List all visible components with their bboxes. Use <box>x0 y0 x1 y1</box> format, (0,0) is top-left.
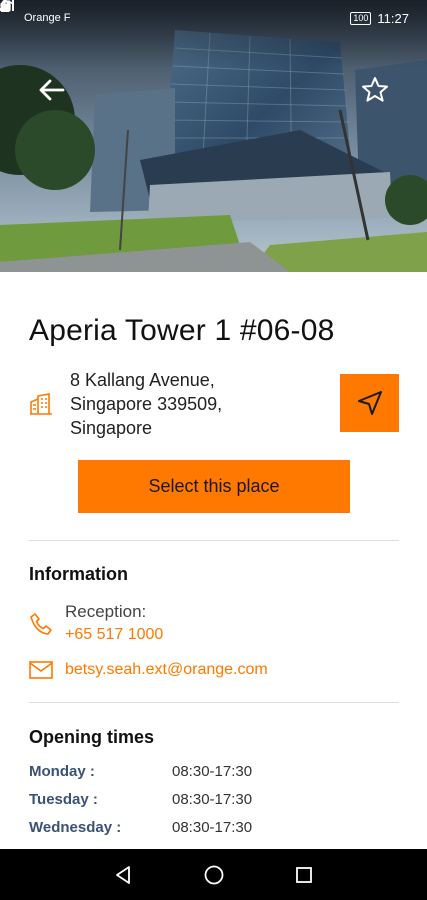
address-line: Singapore <box>70 418 153 438</box>
email-link[interactable]: betsy.seah.ext@orange.com <box>65 661 268 679</box>
home-key[interactable] <box>202 863 226 887</box>
hours-row: Tuesday : 08:30-17:30 <box>29 791 409 813</box>
building-photo <box>0 0 427 272</box>
system-navigation-bar <box>0 849 427 900</box>
hours-time: 08:30-17:30 <box>172 791 253 808</box>
opening-times-heading: Opening times <box>29 727 155 747</box>
battery-indicator: 100 <box>350 11 372 25</box>
place-photo: Orange F 100 11:27 <box>0 0 427 272</box>
status-bar: Orange F 100 11:27 <box>0 0 427 36</box>
hours-day: Monday : <box>29 763 95 780</box>
back-key[interactable] <box>111 863 135 887</box>
address-line: 8 Kallang Avenue, <box>70 370 215 390</box>
navigate-button[interactable] <box>340 374 399 432</box>
star-outline-icon <box>362 77 388 102</box>
phone-icon <box>30 613 52 635</box>
hours-time: 08:30-17:30 <box>172 819 253 836</box>
hours-day: Wednesday : <box>29 819 122 836</box>
hours-row: Wednesday : 08:30-17:30 <box>29 819 409 841</box>
clock: 11:27 <box>377 10 409 26</box>
recents-key[interactable] <box>292 863 316 887</box>
hours-day: Tuesday : <box>29 791 98 808</box>
hours-time: 08:30-17:30 <box>172 763 253 780</box>
triangle-back-icon <box>116 866 130 884</box>
information-heading: Information <box>29 564 128 584</box>
charging-icon <box>0 0 6 11</box>
reception-phone-link[interactable]: +65 517 1000 <box>65 626 163 644</box>
reception-label: Reception: <box>65 602 147 621</box>
hours-row: Monday : 08:30-17:30 <box>29 763 409 785</box>
navigation-arrow-icon <box>357 391 382 415</box>
building-icon <box>30 393 52 415</box>
carrier-name: Orange F <box>24 12 71 24</box>
place-address: 8 Kallang Avenue, Singapore 339509, Sing… <box>70 368 222 440</box>
select-place-button[interactable]: Select this place <box>78 460 350 513</box>
square-recents-icon <box>296 867 312 883</box>
back-button[interactable] <box>34 72 70 108</box>
favorite-button[interactable] <box>357 72 393 108</box>
place-title: Aperia Tower 1 #06-08 <box>29 314 335 347</box>
arrow-left-icon <box>39 79 65 101</box>
circle-home-icon <box>204 865 224 885</box>
address-line: Singapore 339509, <box>70 394 223 414</box>
divider <box>29 540 399 541</box>
mail-icon <box>29 661 53 679</box>
divider <box>29 702 399 703</box>
